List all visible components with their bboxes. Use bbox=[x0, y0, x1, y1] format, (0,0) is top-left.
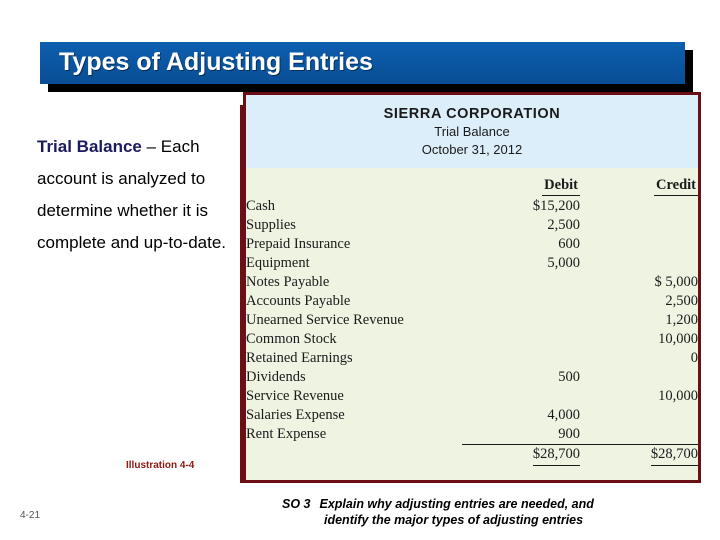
account-name: Service Revenue bbox=[246, 388, 344, 404]
table-row: Service Revenue 10,000 bbox=[246, 387, 698, 406]
account-name: Cash bbox=[246, 198, 275, 214]
table-row: Equipment 5,000 bbox=[246, 254, 698, 273]
total-credit: $28,700 bbox=[580, 444, 698, 466]
debit-column-header: Debit bbox=[462, 177, 580, 197]
learning-objective-label: SO 3 bbox=[282, 497, 311, 511]
credit-amount bbox=[580, 368, 698, 387]
learning-objective-line2: identify the major types of adjusting en… bbox=[324, 513, 584, 527]
table-row: Prepaid Insurance 600 bbox=[246, 235, 698, 254]
statement-date: October 31, 2012 bbox=[421, 142, 523, 157]
credit-amount: 2,500 bbox=[665, 293, 698, 309]
trial-balance-rows: Cash $15,200 Supplies 2,500 Prepaid Insuranc… bbox=[246, 197, 698, 466]
credit-amount bbox=[580, 216, 698, 235]
debit-amount bbox=[462, 330, 580, 349]
credit-amount bbox=[580, 254, 698, 273]
table-header-row: Debit Credit bbox=[246, 177, 698, 197]
credit-column-header: Credit bbox=[580, 177, 698, 197]
account-name: Rent Expense bbox=[246, 426, 327, 442]
account-name: Common Stock bbox=[246, 331, 337, 347]
credit-amount: 10,000 bbox=[658, 388, 698, 404]
table-row: Retained Earnings 0 bbox=[246, 349, 698, 368]
debit-amount: 4,000 bbox=[547, 407, 580, 423]
debit-amount bbox=[462, 311, 580, 330]
credit-amount bbox=[580, 425, 698, 445]
account-name: Salaries Expense bbox=[246, 407, 345, 423]
page-title: Types of Adjusting Entries bbox=[59, 48, 373, 76]
learning-objective-footer: SO 3 Explain why adjusting entries are ne… bbox=[282, 496, 712, 528]
account-name: Unearned Service Revenue bbox=[246, 312, 404, 328]
credit-amount: 1,200 bbox=[665, 312, 698, 328]
trial-balance-body: Debit Credit Cash $15,200 Supplies 2,500 Pre… bbox=[246, 171, 698, 466]
total-debit: $28,700 bbox=[462, 444, 580, 466]
statement-name: Trial Balance bbox=[434, 124, 510, 139]
account-name: Notes Payable bbox=[246, 274, 330, 290]
illustration-caption: Illustration 4-4 bbox=[126, 460, 195, 471]
account-name: Prepaid Insurance bbox=[246, 236, 351, 252]
table-row: Notes Payable $ 5,000 bbox=[246, 273, 698, 292]
credit-amount bbox=[580, 197, 698, 216]
debit-amount bbox=[462, 273, 580, 292]
table-row: Supplies 2,500 bbox=[246, 216, 698, 235]
table-row: Common Stock 10,000 bbox=[246, 330, 698, 349]
credit-amount bbox=[580, 406, 698, 425]
debit-amount: 600 bbox=[558, 236, 580, 252]
trial-balance-header: SIERRA CORPORATION Trial Balance October… bbox=[246, 95, 698, 171]
learning-objective-line1: Explain why adjusting entries are needed… bbox=[319, 497, 594, 511]
credit-amount bbox=[580, 235, 698, 254]
debit-amount: 900 bbox=[558, 426, 580, 442]
debit-amount: $15,200 bbox=[532, 198, 580, 214]
table-row: Salaries Expense 4,000 bbox=[246, 406, 698, 425]
company-name: SIERRA CORPORATION bbox=[383, 106, 561, 122]
debit-amount bbox=[462, 349, 580, 368]
table-row: Dividends 500 bbox=[246, 368, 698, 387]
table-row: Cash $15,200 bbox=[246, 197, 698, 216]
account-name: Dividends bbox=[246, 369, 306, 385]
account-name: Equipment bbox=[246, 255, 310, 271]
debit-amount bbox=[462, 387, 580, 406]
debit-amount: 500 bbox=[558, 369, 580, 385]
account-column-header bbox=[246, 177, 462, 197]
credit-amount: $ 5,000 bbox=[654, 274, 699, 290]
page-number: 4-21 bbox=[20, 510, 41, 521]
table-row: Accounts Payable 2,500 bbox=[246, 292, 698, 311]
totals-label bbox=[246, 445, 462, 467]
account-name: Accounts Payable bbox=[246, 293, 351, 309]
account-name: Retained Earnings bbox=[246, 350, 353, 366]
debit-amount: 2,500 bbox=[547, 217, 580, 233]
table-row: Unearned Service Revenue 1,200 bbox=[246, 311, 698, 330]
trial-balance-figure: SIERRA CORPORATION Trial Balance October… bbox=[243, 92, 701, 483]
slide-title-banner: Types of Adjusting Entries bbox=[40, 42, 693, 92]
credit-amount: 0 bbox=[690, 350, 698, 366]
totals-row: $28,700 $28,700 bbox=[246, 444, 698, 467]
account-name: Supplies bbox=[246, 217, 296, 233]
trial-balance-table: Debit Credit Cash $15,200 Supplies 2,500 Pre… bbox=[246, 177, 698, 466]
debit-amount: 5,000 bbox=[547, 255, 580, 271]
table-row: Rent Expense 900 bbox=[246, 425, 698, 445]
credit-amount: 10,000 bbox=[658, 331, 698, 347]
banner-fill: Types of Adjusting Entries bbox=[40, 42, 685, 84]
debit-amount bbox=[462, 292, 580, 311]
trial-balance-note-term: Trial Balance bbox=[37, 137, 142, 156]
trial-balance-note: Trial Balance – Each account is analyzed… bbox=[37, 131, 229, 259]
